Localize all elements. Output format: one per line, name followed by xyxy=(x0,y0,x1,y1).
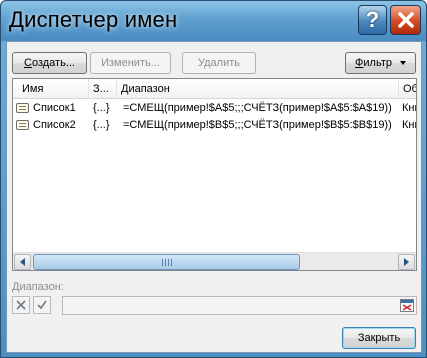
confirm-check-icon xyxy=(37,300,47,310)
row-name: Список2 xyxy=(33,119,76,131)
edit-button[interactable]: Изменить... xyxy=(90,52,171,74)
arrow-right-icon xyxy=(404,258,409,266)
row-value: {...} xyxy=(93,119,110,131)
dialog-body: Создать... Изменить... Удалить Фильтр Им… xyxy=(6,41,422,353)
row-range: =СМЕЩ(пример!$B$5;;;СЧЁТЗ(пример!$B$5:$B… xyxy=(123,119,392,131)
column-header-name[interactable]: Имя xyxy=(13,79,89,99)
chevron-down-icon xyxy=(399,61,406,65)
range-label: Диапазон: xyxy=(12,281,64,293)
create-button-accel: С xyxy=(24,57,32,69)
create-button-label: оздать... xyxy=(31,57,75,69)
confirm-edit-button[interactable] xyxy=(33,296,51,314)
filter-button-label: ильтр xyxy=(363,57,392,69)
window-title: Диспетчер имен xyxy=(9,7,178,32)
filter-dropdown-button[interactable]: Фильтр xyxy=(345,52,416,74)
help-icon: ? xyxy=(365,7,380,32)
close-button[interactable]: Закрыть xyxy=(342,327,416,349)
grip-icon xyxy=(162,259,172,266)
scroll-left-button[interactable] xyxy=(14,254,31,270)
close-icon xyxy=(397,12,414,28)
range-select-icon[interactable] xyxy=(400,299,414,312)
names-list[interactable]: Имя З... Диапазон Об... Список1 {...} =С… xyxy=(12,78,417,271)
delete-button-label: Удалить xyxy=(198,57,240,69)
column-header-value[interactable]: З... xyxy=(89,79,117,99)
range-input[interactable] xyxy=(62,296,417,315)
row-scope: Кни... xyxy=(402,102,416,114)
create-button[interactable]: Создать... xyxy=(12,52,87,74)
scroll-right-button[interactable] xyxy=(398,254,415,270)
help-button[interactable]: ? xyxy=(358,5,387,35)
name-manager-window: Диспетчер имен ? Создать... Изменить... … xyxy=(0,0,427,358)
list-header: Имя З... Диапазон Об... xyxy=(13,79,416,99)
table-row[interactable]: Список1 {...} =СМЕЩ(пример!$A$5;;;СЧЁТЗ(… xyxy=(13,100,416,116)
edit-button-label: Изменить... xyxy=(101,57,160,69)
title-bar: Диспетчер имен ? xyxy=(1,1,426,41)
horizontal-scrollbar[interactable] xyxy=(13,252,416,270)
row-name: Список1 xyxy=(33,102,76,114)
close-button-label: Закрыть xyxy=(357,332,401,344)
cancel-edit-button[interactable] xyxy=(12,296,30,314)
scrollbar-thumb[interactable] xyxy=(33,254,300,270)
arrow-left-icon xyxy=(20,258,25,266)
column-header-scope[interactable]: Об... xyxy=(399,79,416,99)
row-value: {...} xyxy=(93,102,110,114)
window-close-button[interactable] xyxy=(390,5,421,35)
row-range: =СМЕЩ(пример!$A$5;;;СЧЁТЗ(пример!$A$5:$A… xyxy=(123,102,392,114)
delete-button[interactable]: Удалить xyxy=(182,52,256,74)
name-icon xyxy=(16,120,29,130)
row-scope: Кни... xyxy=(402,119,416,131)
column-header-range[interactable]: Диапазон xyxy=(117,79,399,99)
cancel-x-icon xyxy=(16,300,26,310)
filter-button-accel: Ф xyxy=(355,57,364,69)
table-row[interactable]: Список2 {...} =СМЕЩ(пример!$B$5;;;СЧЁТЗ(… xyxy=(13,117,416,133)
name-icon xyxy=(16,103,29,113)
